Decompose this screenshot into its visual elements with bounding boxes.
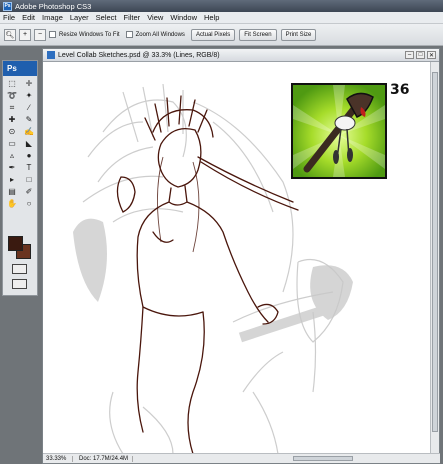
move-tool-icon[interactable]: ✛: [21, 78, 37, 89]
zoom-out-icon[interactable]: −: [34, 28, 46, 41]
resize-windows-checkbox[interactable]: Resize Windows To Fit: [49, 31, 120, 38]
blur-tool-icon[interactable]: ▵: [4, 150, 20, 161]
options-bar: 🔍︎ + − Resize Windows To Fit Zoom All Wi…: [0, 24, 443, 46]
pen-tool-icon[interactable]: ✒: [4, 162, 20, 173]
paint-bucket-tool-icon[interactable]: ◣: [21, 138, 37, 149]
status-bar: 33.33% Doc: 17.7M/24.4M: [43, 453, 440, 463]
vertical-scrollbar[interactable]: [430, 62, 439, 454]
shadow-shapes: [73, 218, 353, 343]
photoshop-logo-icon: Ps: [3, 1, 12, 11]
zoom-in-icon[interactable]: +: [19, 28, 31, 41]
toolbox-logo: Ps: [3, 61, 37, 76]
eraser-tool-icon[interactable]: ▭: [4, 138, 20, 149]
zoom-level[interactable]: 33.33%: [43, 455, 73, 462]
document-title-bar: Level Collab Sketches.psd @ 33.3% (Lines…: [43, 49, 439, 62]
doc-size-info[interactable]: Doc: 17.7M/24.4M: [73, 455, 133, 462]
marquee-tool-icon[interactable]: ⬚: [4, 78, 20, 89]
fit-screen-button[interactable]: Fit Screen: [239, 28, 277, 41]
actual-pixels-button[interactable]: Actual Pixels: [190, 28, 236, 41]
eyedropper-tool-icon[interactable]: ✐: [21, 186, 37, 197]
document-window: Level Collab Sketches.psd @ 33.3% (Lines…: [42, 48, 440, 464]
maximize-icon[interactable]: □: [416, 51, 425, 59]
horizontal-scroll-thumb[interactable]: [293, 456, 353, 461]
document-icon: [47, 51, 55, 59]
zoom-tool-icon[interactable]: ○: [21, 198, 37, 209]
vertical-scroll-thumb[interactable]: [432, 72, 438, 432]
notes-tool-icon[interactable]: ▤: [4, 186, 20, 197]
crop-tool-icon[interactable]: ⌗: [4, 102, 20, 113]
toolbox: Ps ⬚ ✛ ➰ ✦ ⌗ ∕ ✚ ✎ ⊙ ✍ ▭ ◣ ▵ ● ✒ T ▸ □ ▤…: [2, 60, 38, 296]
path-selection-tool-icon[interactable]: ▸: [4, 174, 20, 185]
menu-help[interactable]: Help: [204, 13, 219, 22]
menu-select[interactable]: Select: [96, 13, 117, 22]
zoom-all-windows-label: Zoom All Windows: [135, 31, 185, 38]
menu-view[interactable]: View: [147, 13, 163, 22]
app-title: Adobe Photoshop CS3: [15, 1, 92, 11]
zoom-all-windows-checkbox[interactable]: Zoom All Windows: [125, 31, 185, 38]
dodge-tool-icon[interactable]: ●: [21, 150, 37, 161]
canvas-area[interactable]: 36: [43, 62, 431, 454]
history-brush-tool-icon[interactable]: ✍: [21, 126, 37, 137]
tomahawk-icon: [293, 85, 385, 177]
resize-windows-label: Resize Windows To Fit: [59, 31, 120, 38]
checkbox-box: [49, 31, 56, 38]
magic-wand-tool-icon[interactable]: ✦: [21, 90, 37, 101]
quick-mask-button[interactable]: [12, 264, 27, 274]
zoom-tool-icon[interactable]: 🔍︎: [4, 28, 16, 41]
badge-icon-box: [291, 83, 387, 179]
menu-window[interactable]: Window: [170, 13, 197, 22]
hand-tool-icon[interactable]: ✋: [4, 198, 20, 209]
menu-edit[interactable]: Edit: [22, 13, 35, 22]
menu-bar: File Edit Image Layer Select Filter View…: [0, 12, 443, 24]
menu-image[interactable]: Image: [42, 13, 63, 22]
slice-tool-icon[interactable]: ∕: [21, 102, 37, 113]
print-size-button[interactable]: Print Size: [280, 28, 317, 41]
figure-line-art: [116, 95, 299, 454]
healing-brush-tool-icon[interactable]: ✚: [4, 114, 20, 125]
menu-layer[interactable]: Layer: [70, 13, 89, 22]
minimize-icon[interactable]: –: [405, 51, 414, 59]
shape-tool-icon[interactable]: □: [21, 174, 37, 185]
type-tool-icon[interactable]: T: [21, 162, 37, 173]
close-icon[interactable]: ✕: [427, 51, 436, 59]
brush-tool-icon[interactable]: ✎: [21, 114, 37, 125]
title-bar: Ps Adobe Photoshop CS3: [0, 0, 443, 12]
menu-file[interactable]: File: [3, 13, 15, 22]
screen-mode-button[interactable]: [12, 279, 27, 289]
foreground-color-swatch[interactable]: [8, 236, 23, 251]
document-title: Level Collab Sketches.psd @ 33.3% (Lines…: [58, 51, 220, 59]
checkbox-box: [125, 31, 133, 38]
menu-filter[interactable]: Filter: [124, 13, 141, 22]
clone-stamp-tool-icon[interactable]: ⊙: [4, 126, 20, 137]
badge-number: 36: [390, 82, 410, 98]
lasso-tool-icon[interactable]: ➰: [4, 90, 20, 101]
